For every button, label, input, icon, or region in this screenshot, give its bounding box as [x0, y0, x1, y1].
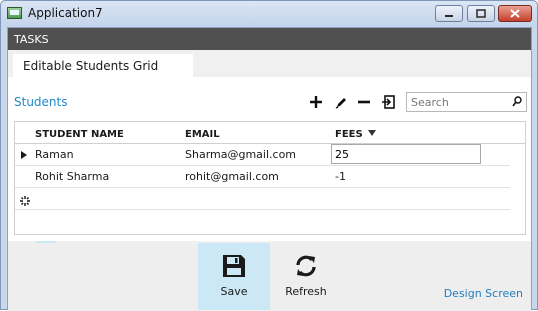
add-button[interactable] — [308, 94, 324, 110]
column-header-email[interactable]: EMAIL — [185, 129, 220, 140]
cell-student-name[interactable]: Raman — [35, 148, 74, 161]
tab-editable-students-grid[interactable]: Editable Students Grid — [13, 54, 193, 78]
maximize-button[interactable] — [467, 5, 495, 22]
tasks-bar[interactable]: TASKS — [8, 28, 531, 50]
refresh-icon — [296, 255, 316, 277]
refresh-button[interactable]: Refresh — [270, 243, 342, 310]
column-header-fees[interactable]: FEES — [335, 129, 376, 140]
add-icon — [310, 96, 322, 108]
export-icon — [382, 95, 395, 109]
maximize-icon — [476, 9, 486, 18]
fees-edit-input[interactable] — [331, 144, 481, 164]
row-divider — [15, 187, 510, 188]
current-row-indicator-icon — [21, 151, 27, 159]
app-icon — [7, 7, 22, 19]
window-title: Application7 — [28, 6, 103, 20]
export-button[interactable] — [381, 94, 397, 110]
application-window: Application7 TASKS Editable Students Gri… — [0, 0, 538, 311]
column-header-fees-label: FEES — [335, 129, 363, 140]
cell-email[interactable]: Sharma@gmail.com — [185, 148, 296, 161]
column-header-student-name[interactable]: STUDENT NAME — [35, 129, 124, 140]
client-area: TASKS Editable Students Grid Students Se… — [7, 27, 532, 311]
tab-strip: Editable Students Grid — [8, 50, 531, 78]
design-screen-link[interactable]: Design Screen — [444, 287, 523, 300]
refresh-label: Refresh — [285, 285, 327, 298]
remove-icon — [358, 100, 370, 104]
sort-descending-icon — [367, 130, 376, 136]
grid-title: Students — [14, 95, 68, 109]
minimize-button[interactable] — [435, 5, 463, 22]
edit-button[interactable] — [333, 94, 349, 110]
table-row[interactable]: Rohit Sharma rohit@gmail.com -1 — [15, 166, 525, 187]
table-row[interactable]: Raman Sharma@gmail.com — [15, 144, 525, 165]
save-button[interactable]: Save — [198, 243, 270, 310]
row-divider — [15, 209, 510, 210]
new-row-icon[interactable] — [20, 196, 30, 206]
remove-button[interactable] — [356, 94, 372, 110]
cell-student-name[interactable]: Rohit Sharma — [35, 170, 109, 183]
minimize-icon — [445, 14, 453, 17]
students-panel: Students STUDENT NAME EMAIL FEES — [8, 77, 531, 241]
edit-icon — [335, 97, 346, 109]
search-icon[interactable] — [512, 96, 522, 107]
students-grid: STUDENT NAME EMAIL FEES Raman Sharma@gma… — [14, 121, 526, 235]
cell-email[interactable]: rohit@gmail.com — [185, 170, 279, 183]
close-icon — [510, 9, 520, 18]
cell-fees[interactable]: -1 — [335, 170, 346, 183]
search-box[interactable] — [406, 92, 527, 112]
footer-bar: Save Refresh Design Screen — [8, 243, 531, 311]
close-button[interactable] — [498, 5, 532, 22]
save-label: Save — [220, 285, 248, 298]
save-icon — [223, 255, 245, 277]
title-bar[interactable]: Application7 — [1, 1, 537, 27]
search-input[interactable] — [407, 93, 507, 111]
